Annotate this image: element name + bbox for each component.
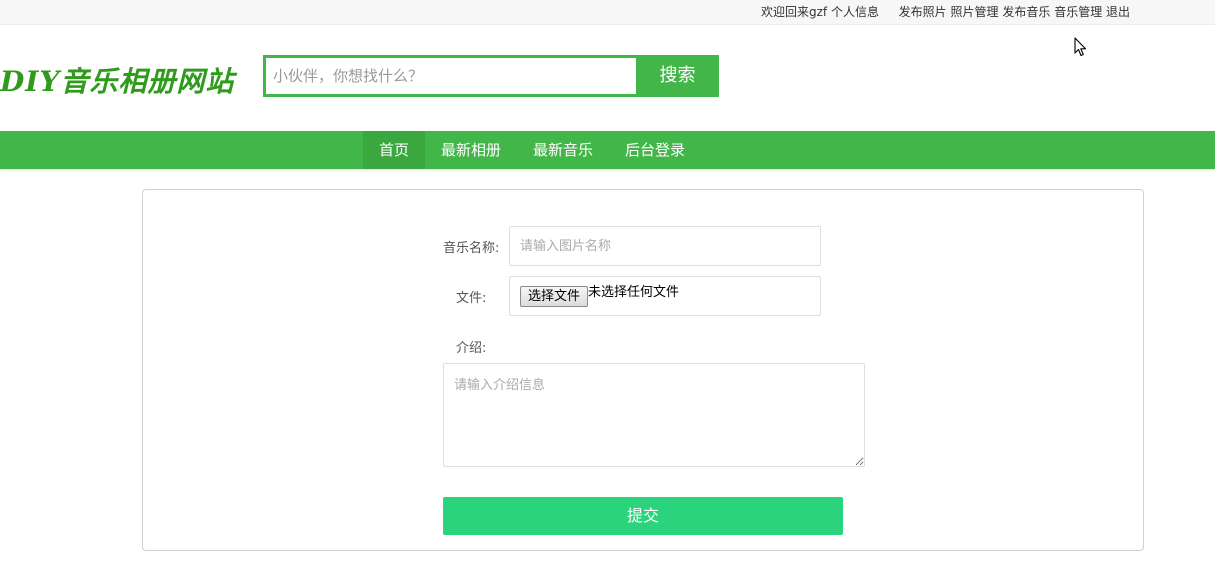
submit-button[interactable]: 提交 <box>443 497 843 535</box>
mouse-cursor-icon <box>1074 37 1087 57</box>
logout-link[interactable]: 退出 <box>1106 5 1130 19</box>
music-name-field <box>509 226 821 266</box>
search-input[interactable] <box>266 58 636 94</box>
intro-label: 介绍: <box>456 341 487 356</box>
nav-item-latest-music[interactable]: 最新音乐 <box>517 131 609 169</box>
search-bar: 搜索 <box>263 55 719 97</box>
file-status-text: 未选择任何文件 <box>588 285 680 300</box>
music-name-input[interactable] <box>510 227 820 265</box>
music-manage-link[interactable]: 音乐管理 <box>1054 5 1102 19</box>
photo-manage-link[interactable]: 照片管理 <box>951 5 999 19</box>
file-label: 文件: <box>456 291 487 306</box>
nav-item-home[interactable]: 首页 <box>363 131 426 169</box>
user-links: 欢迎回来gzf 个人信息 发布照片 照片管理 发布音乐 音乐管理 退出 <box>761 3 1130 20</box>
music-name-label: 音乐名称: <box>443 241 500 256</box>
choose-file-button[interactable]: 选择文件 <box>520 286 589 307</box>
publish-photo-link[interactable]: 发布照片 <box>899 5 947 19</box>
publish-music-link[interactable]: 发布音乐 <box>1002 5 1050 19</box>
nav-item-latest-albums[interactable]: 最新相册 <box>425 131 517 169</box>
file-field: 选择文件 未选择任何文件 <box>509 276 821 316</box>
main-nav: 首页 最新相册 最新音乐 后台登录 <box>0 131 1215 169</box>
site-logo[interactable]: DIY音乐相册网站 <box>0 60 234 100</box>
search-button[interactable]: 搜索 <box>636 55 719 97</box>
profile-link[interactable]: 个人信息 <box>831 5 879 19</box>
intro-textarea[interactable] <box>443 363 865 467</box>
welcome-text: 欢迎回来gzf <box>761 5 828 19</box>
upload-music-form: 音乐名称: 文件: 选择文件 未选择任何文件 介绍: 提交 <box>142 189 1144 551</box>
nav-item-admin-login[interactable]: 后台登录 <box>609 131 701 169</box>
top-bar: 欢迎回来gzf 个人信息 发布照片 照片管理 发布音乐 音乐管理 退出 <box>0 0 1215 25</box>
